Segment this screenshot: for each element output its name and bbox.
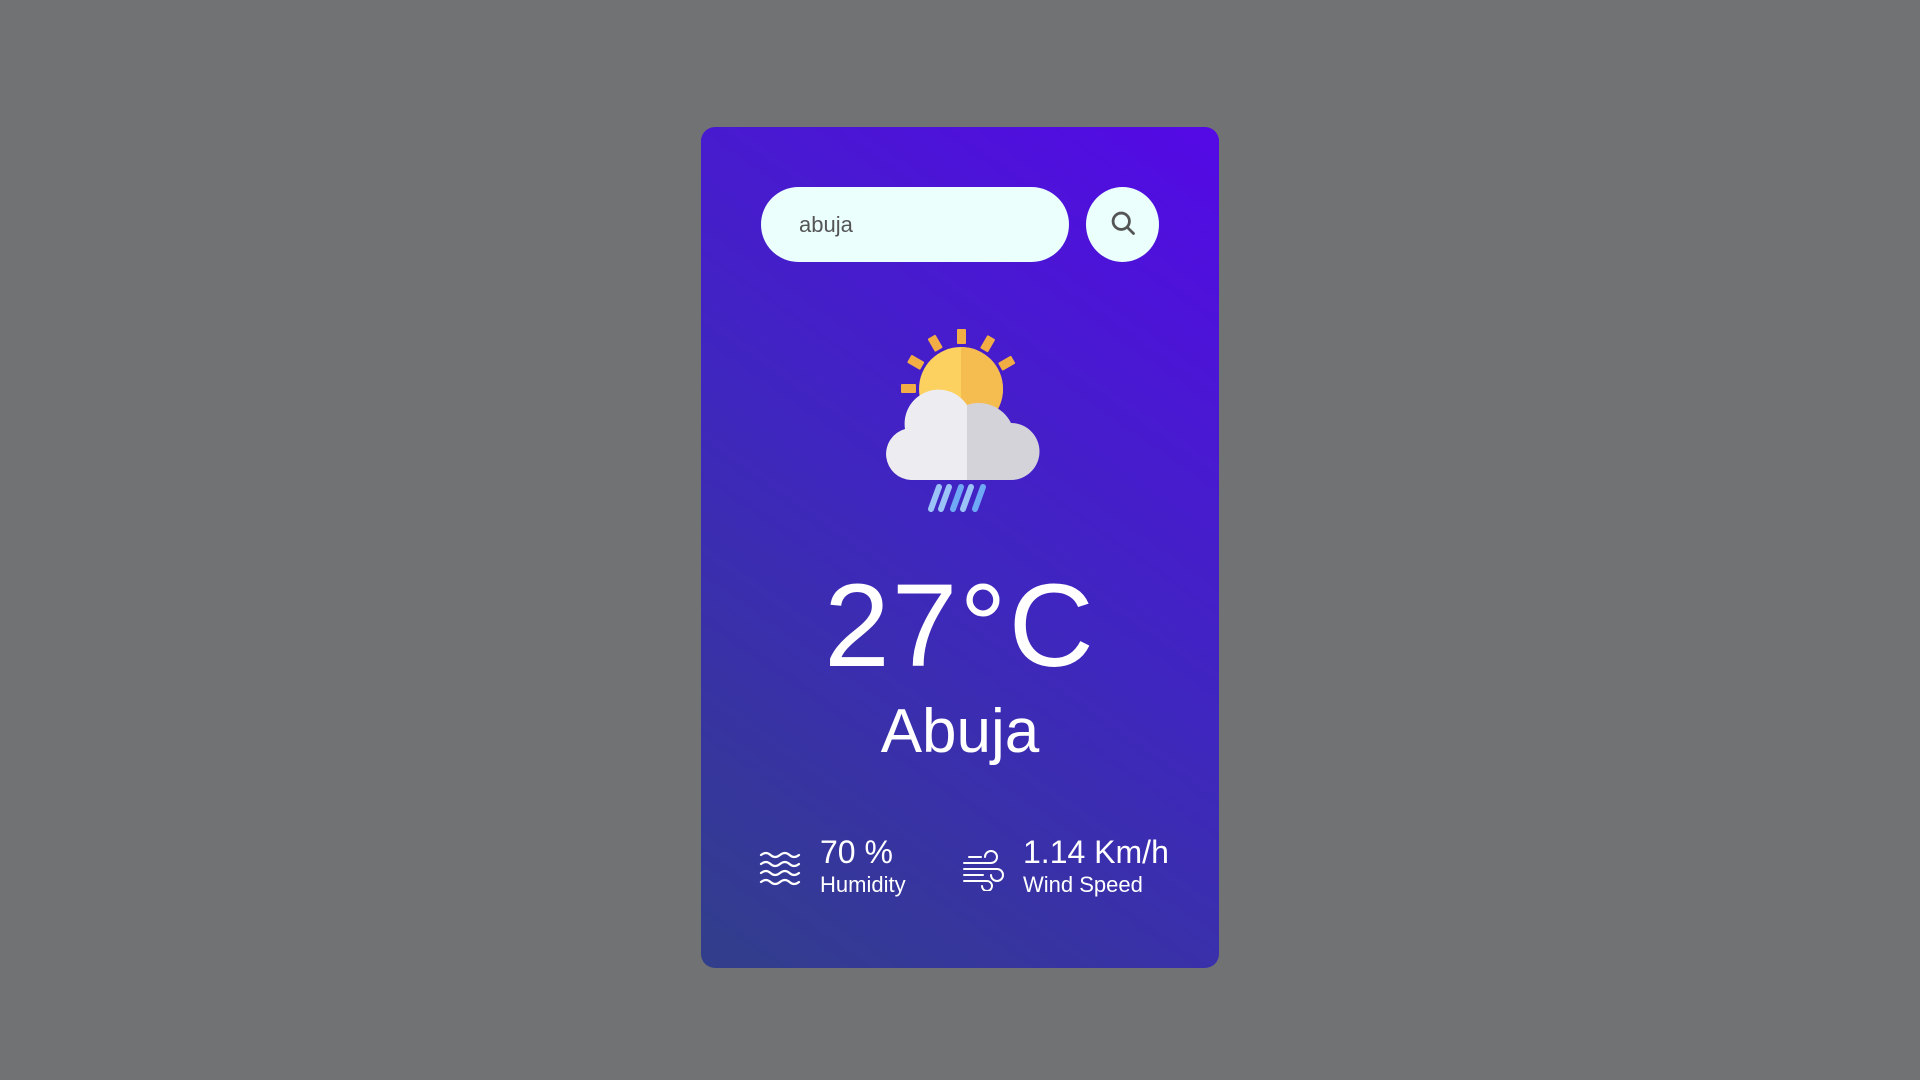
sun-cloud-rain-icon <box>871 327 1051 517</box>
wind-panel: 1.14 Km/h Wind Speed <box>961 834 1169 901</box>
search-button[interactable] <box>1086 187 1159 262</box>
humidity-panel: 70 % Humidity <box>758 834 906 901</box>
search-bar <box>761 187 1159 262</box>
wind-speed-label: Wind Speed <box>1023 872 1143 898</box>
wind-speed-value: 1.14 Km/h <box>1023 834 1169 870</box>
temperature: 27°C <box>824 560 1096 692</box>
weather-card: 27°C Abuja 70 % Humidity <box>701 127 1219 968</box>
weather-details: 70 % Humidity 1.14 Km/h Wind Speed <box>758 834 1169 915</box>
humidity-label: Humidity <box>820 872 906 898</box>
search-input[interactable] <box>761 187 1069 262</box>
humidity-value: 70 % <box>820 834 893 870</box>
wind-icon <box>961 847 1005 892</box>
search-icon <box>1109 209 1137 240</box>
city-name: Abuja <box>880 697 1040 766</box>
humidity-waves-icon <box>758 847 802 891</box>
